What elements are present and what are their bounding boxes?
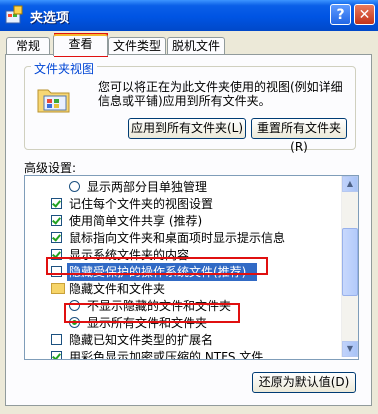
list-item[interactable]: 记住每个文件夹的视图设置	[25, 195, 343, 213]
list-item-label: 用彩色显示加密或压缩的 NTFS 文件	[69, 350, 264, 360]
window-title: 夹选项	[30, 11, 70, 26]
tab-file-types[interactable]: 文件类型	[108, 37, 166, 55]
help-button[interactable]: ?	[330, 4, 351, 25]
list-item: 隐藏文件和文件夹	[25, 280, 343, 298]
list-item[interactable]: 鼠标指向文件夹和桌面项时显示提示信息	[25, 229, 343, 247]
list-item-label: 隐藏已知文件类型的扩展名	[69, 333, 214, 347]
title-bar: 夹选项 ? ✕	[0, 0, 378, 31]
list-item-label: 隐藏文件和文件夹	[69, 282, 166, 296]
tab-strip: 常规 查看 文件类型 脱机文件	[0, 31, 378, 56]
checkbox[interactable]	[51, 249, 62, 260]
list-item[interactable]: 显示所有文件和文件夹	[25, 314, 343, 332]
restore-defaults-button[interactable]: 还原为默认值(D)	[252, 372, 356, 393]
folder-views-description: 您可以将正在为此文件夹使用的视图(例如详细信息或平铺)应用到所有文件夹。	[98, 80, 343, 108]
apply-to-all-folders-button[interactable]: 应用到所有文件夹(L)	[128, 118, 246, 139]
help-icon: ?	[336, 7, 345, 23]
reset-all-folders-button[interactable]: 重置所有文件夹(R)	[251, 118, 347, 154]
folder-view-icon	[37, 89, 70, 113]
scroll-down-icon[interactable]: ▼	[342, 341, 358, 357]
list-item-label: 显示系统文件夹的内容	[69, 248, 190, 262]
folder-options-icon	[5, 5, 23, 24]
folder-icon	[51, 283, 65, 294]
advanced-settings-label: 高级设置:	[24, 161, 77, 175]
list-item[interactable]: 使用简单文件共享 (推荐)	[25, 212, 343, 230]
list-item-label: 不显示隐藏的文件和文件夹	[87, 299, 232, 313]
close-icon: ✕	[358, 7, 371, 23]
list-item-label: 显示所有文件和文件夹	[87, 316, 208, 330]
list-item-label: 显示两部分目单独管理	[87, 180, 208, 194]
list-item[interactable]: 显示两部分目单独管理	[25, 178, 343, 196]
list-item-label: 使用简单文件共享 (推荐)	[69, 214, 203, 228]
vertical-scrollbar[interactable]: ▲ ▼	[341, 176, 358, 357]
folder-views-title: 文件夹视图	[31, 60, 98, 77]
radio-option[interactable]	[69, 300, 80, 311]
radio-option[interactable]	[69, 317, 80, 328]
checkbox[interactable]	[51, 266, 62, 277]
list-item-label: 记住每个文件夹的视图设置	[69, 197, 214, 211]
tab-offline-files[interactable]: 脱机文件	[167, 37, 225, 55]
list-item-label: 鼠标指向文件夹和桌面项时显示提示信息	[69, 231, 286, 245]
list-item-label: 隐藏受保护的操作系统文件(推荐)	[69, 265, 247, 279]
list-item-selected[interactable]: 隐藏受保护的操作系统文件(推荐)	[67, 263, 257, 281]
tab-view[interactable]: 查看	[53, 34, 108, 56]
close-button[interactable]: ✕	[354, 4, 375, 25]
checkbox[interactable]	[51, 198, 62, 209]
list-item[interactable]: 显示系统文件夹的内容	[25, 246, 343, 264]
scroll-up-icon[interactable]: ▲	[342, 176, 358, 192]
checkbox[interactable]	[51, 232, 62, 243]
list-item[interactable]: 不显示隐藏的文件和文件夹	[25, 297, 343, 315]
advanced-settings-list[interactable]: 显示两部分目单独管理 记住每个文件夹的视图设置 使用简单文件共享 (推荐) 鼠标…	[24, 175, 359, 360]
list-item[interactable]: 用彩色显示加密或压缩的 NTFS 文件	[25, 348, 343, 360]
checkbox[interactable]	[51, 334, 62, 345]
scroll-thumb[interactable]	[342, 228, 358, 296]
radio-option[interactable]	[69, 181, 80, 192]
list-item[interactable]: 隐藏已知文件类型的扩展名	[25, 331, 343, 349]
checkbox[interactable]	[51, 215, 62, 226]
checkbox[interactable]	[51, 351, 62, 359]
tab-general[interactable]: 常规	[6, 37, 50, 55]
